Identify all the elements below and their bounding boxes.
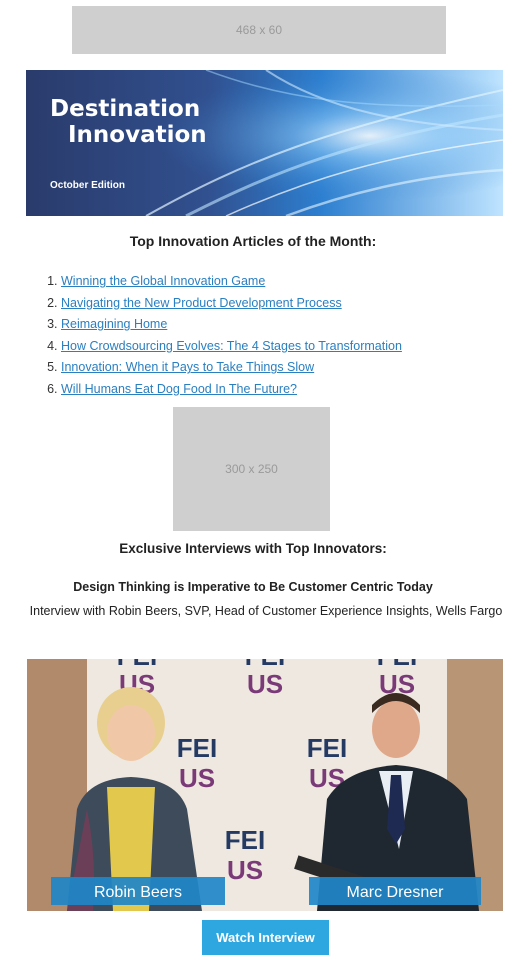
article-list: Winning the Global Innovation Game Navig… bbox=[26, 271, 402, 401]
banner-title-line1: Destination bbox=[50, 96, 201, 122]
article-link-1[interactable]: Winning the Global Innovation Game bbox=[61, 274, 265, 288]
banner-edition: October Edition bbox=[50, 180, 125, 191]
interviews-heading: Exclusive Interviews with Top Innovators… bbox=[119, 541, 387, 556]
article-link-2[interactable]: Navigating the New Product Development P… bbox=[61, 296, 342, 310]
destination-innovation-banner: Destination Innovation October Edition bbox=[26, 70, 503, 216]
fei-logo-text: FEI bbox=[225, 825, 265, 855]
fei-logo-text: FEI bbox=[177, 733, 217, 763]
articles-heading: Top Innovation Articles of the Month: bbox=[129, 233, 377, 249]
article-link-5[interactable]: Innovation: When it Pays to Take Things … bbox=[61, 360, 314, 374]
us-logo-text: US bbox=[227, 855, 263, 885]
list-item: Will Humans Eat Dog Food In The Future? bbox=[61, 379, 402, 401]
ad-size-label: 468 x 60 bbox=[235, 23, 283, 37]
watch-interview-button[interactable]: Watch Interview bbox=[202, 920, 329, 955]
ad-placeholder-468x60[interactable]: 468 x 60 bbox=[72, 6, 446, 54]
banner-title-line2: Innovation bbox=[68, 122, 207, 148]
fei-logo-text: FEI bbox=[307, 733, 347, 763]
article-link-4[interactable]: How Crowdsourcing Evolves: The 4 Stages … bbox=[61, 339, 402, 353]
list-item: Innovation: When it Pays to Take Things … bbox=[61, 357, 402, 379]
interview-video-thumbnail[interactable]: FEI US FEI US FEI US FEI US FEI US FEI U… bbox=[27, 659, 503, 911]
name-robin-beers: Robin Beers bbox=[94, 884, 182, 901]
ad-placeholder-300x250[interactable]: 300 x 250 bbox=[173, 407, 330, 531]
article-link-6[interactable]: Will Humans Eat Dog Food In The Future? bbox=[61, 382, 297, 396]
ad-size-label: 300 x 250 bbox=[225, 462, 278, 476]
us-logo-text: US bbox=[247, 669, 283, 699]
banner-title: Destination Innovation bbox=[50, 96, 207, 148]
interview-title: Design Thinking is Imperative to Be Cust… bbox=[73, 580, 433, 594]
interview-description: Interview with Robin Beers, SVP, Head of… bbox=[29, 604, 503, 618]
us-logo-text: US bbox=[179, 763, 215, 793]
list-item: Winning the Global Innovation Game bbox=[61, 271, 402, 293]
list-item: Navigating the New Product Development P… bbox=[61, 293, 402, 315]
video-scene: FEI US FEI US FEI US FEI US FEI US FEI U… bbox=[27, 659, 503, 911]
list-item: Reimagining Home bbox=[61, 314, 402, 336]
article-link-3[interactable]: Reimagining Home bbox=[61, 317, 167, 331]
list-item: How Crowdsourcing Evolves: The 4 Stages … bbox=[61, 336, 402, 358]
name-marc-dresner: Marc Dresner bbox=[347, 884, 445, 901]
